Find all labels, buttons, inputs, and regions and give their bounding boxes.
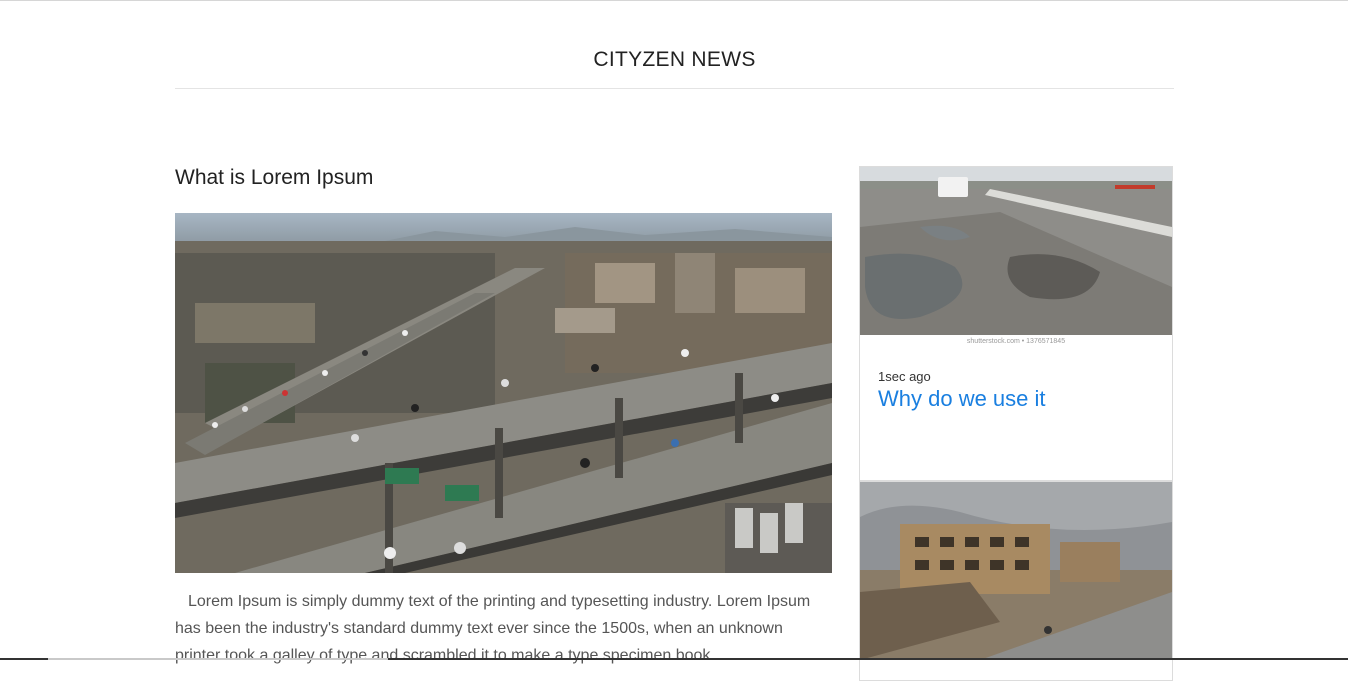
article-title[interactable]: What is Lorem Ipsum <box>175 160 832 190</box>
page-header: CITYZEN NEWS <box>175 0 1174 89</box>
news-card[interactable]: shutterstock.com • 1376571845 1sec ago W… <box>859 166 1173 481</box>
news-card[interactable] <box>859 481 1173 681</box>
site-title[interactable]: CITYZEN NEWS <box>175 48 1174 72</box>
article-body: Lorem Ipsum is simply dummy text of the … <box>175 593 811 664</box>
card-watermark: shutterstock.com • 1376571845 <box>967 338 1065 345</box>
card-time: 1sec ago <box>878 369 931 384</box>
article-image[interactable] <box>175 213 832 573</box>
card-image[interactable] <box>860 482 1172 660</box>
card-image[interactable]: shutterstock.com • 1376571845 <box>860 167 1172 345</box>
card-title-link[interactable]: Why do we use it <box>878 386 1046 412</box>
main-article: What is Lorem Ipsum Lorem Ipsum is simpl… <box>175 160 832 664</box>
